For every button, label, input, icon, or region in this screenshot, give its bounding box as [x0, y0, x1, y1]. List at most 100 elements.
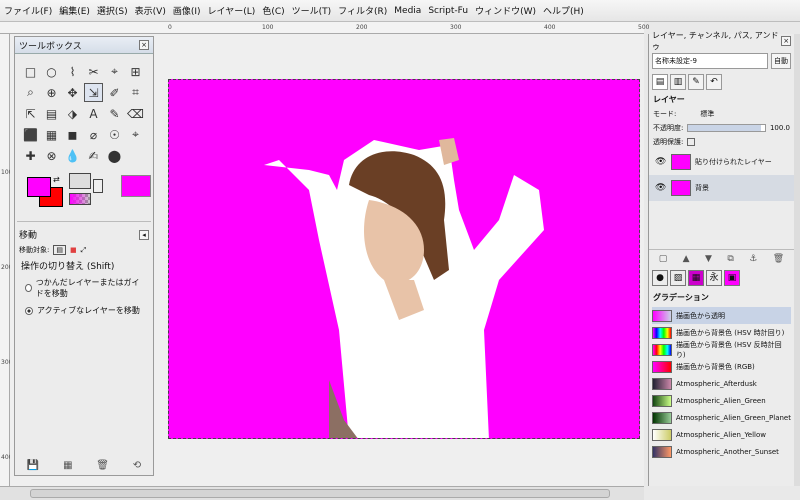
tool-icon-22[interactable]: ☉	[105, 125, 124, 144]
image-selector[interactable]: 名称未設定-9	[652, 53, 768, 69]
new-layer-icon[interactable]: ▢	[659, 254, 668, 264]
tool-icon-7[interactable]: ⊕	[42, 83, 61, 102]
tool-icon-8[interactable]: ✥	[63, 83, 82, 102]
delete-layer-icon[interactable]: 🗑	[773, 254, 784, 264]
brush-indicator[interactable]	[93, 179, 103, 193]
tool-icon-25[interactable]: ⊗	[42, 146, 61, 165]
reset-options-icon[interactable]: ⟲	[133, 460, 141, 471]
menu-item-8[interactable]: フィルタ(R)	[338, 4, 387, 17]
tool-icon-27[interactable]: ✍	[84, 146, 103, 165]
palette-tab-icon[interactable]: ▣	[724, 270, 740, 286]
gradient-swatch	[652, 343, 672, 356]
raise-layer-icon[interactable]: ▲	[683, 254, 690, 264]
menu-item-2[interactable]: 選択(S)	[97, 4, 128, 17]
lock-alpha-checkbox[interactable]	[687, 138, 696, 146]
delete-options-icon[interactable]: 🗑	[96, 460, 109, 471]
dock-close-icon[interactable]: ×	[781, 36, 791, 46]
tool-icon-24[interactable]: ✚	[21, 146, 40, 165]
image-canvas[interactable]	[168, 79, 640, 439]
font-tab-icon[interactable]: 永	[706, 270, 722, 286]
tool-icon-18[interactable]: ⬛	[21, 125, 40, 144]
gradient-item[interactable]: Atmospheric_Alien_Yellow	[652, 426, 791, 443]
auto-button[interactable]: 自動	[771, 53, 791, 69]
mode-label: モード:	[653, 110, 677, 118]
tool-icon-14[interactable]: ⬗	[63, 104, 82, 123]
tool-icon-4[interactable]: ⌖	[105, 62, 124, 81]
menu-item-0[interactable]: ファイル(F)	[4, 4, 52, 17]
layer-row[interactable]: 👁 貼り付けられたレイヤー	[649, 149, 794, 175]
tool-icon-1[interactable]: ○	[42, 62, 61, 81]
horizontal-scrollbar[interactable]	[0, 486, 644, 500]
swap-colors-icon[interactable]: ⇄	[53, 175, 60, 184]
save-options-icon[interactable]: 💾	[27, 460, 39, 471]
path-target-icon[interactable]: ⤢	[81, 246, 87, 255]
brush-tab-icon[interactable]: ●	[652, 270, 668, 286]
scroll-thumb[interactable]	[30, 489, 610, 498]
opacity-value[interactable]: 100.0	[770, 124, 790, 132]
tool-icon-11[interactable]: ⌗	[126, 83, 145, 102]
menu-item-6[interactable]: 色(C)	[262, 4, 284, 17]
tool-icon-3[interactable]: ✂	[84, 62, 103, 81]
gradient-tab-icon[interactable]: ▦	[688, 270, 704, 286]
radio-pick-layer[interactable]: つかんだレイヤーまたはガイドを移動	[15, 274, 153, 302]
tool-icon-13[interactable]: ▤	[42, 104, 61, 123]
gradient-item[interactable]: 描画色から透明	[652, 307, 791, 324]
menu-item-5[interactable]: レイヤー(L)	[208, 4, 256, 17]
tool-icon-5[interactable]: ⊞	[126, 62, 145, 81]
tool-icon-10[interactable]: ✐	[105, 83, 124, 102]
tool-icon-9[interactable]: ⇲	[84, 83, 103, 102]
gradient-indicator[interactable]	[69, 193, 91, 205]
lower-layer-icon[interactable]: ▼	[705, 254, 712, 264]
menu-item-7[interactable]: ツール(T)	[292, 4, 332, 17]
tool-icon-6[interactable]: ⌕	[21, 83, 40, 102]
tab-undo[interactable]: ↶	[706, 74, 722, 90]
tool-icon-17[interactable]: ⌫	[126, 104, 145, 123]
gradient-item[interactable]: Atmospheric_Afterdusk	[652, 375, 791, 392]
pattern-indicator[interactable]	[69, 173, 91, 189]
tool-icon-12[interactable]: ⇱	[21, 104, 40, 123]
tool-options-menu-icon[interactable]: ◂	[139, 229, 149, 240]
tab-paths[interactable]: ✎	[688, 74, 704, 90]
duplicate-layer-icon[interactable]: ⧉	[727, 254, 733, 264]
visibility-eye-icon[interactable]: 👁	[655, 157, 667, 167]
tool-icon-15[interactable]: A	[84, 104, 103, 123]
tool-icon-19[interactable]: ▦	[42, 125, 61, 144]
radio-active-layer[interactable]: アクティブなレイヤーを移動	[15, 302, 153, 319]
tab-channels[interactable]: ▥	[670, 74, 686, 90]
menu-item-10[interactable]: Script-Fu	[428, 6, 468, 16]
restore-options-icon[interactable]: ▦	[63, 460, 72, 471]
tool-icon-26[interactable]: 💧	[63, 146, 82, 165]
tool-icon-23[interactable]: ⌖	[126, 125, 145, 144]
visibility-eye-icon[interactable]: 👁	[655, 183, 667, 193]
gradient-item[interactable]: 描画色から背景色 (HSV 時計回り)	[652, 324, 791, 341]
foreground-color[interactable]	[27, 177, 51, 197]
tool-icon-16[interactable]: ✎	[105, 104, 124, 123]
tool-icon-21[interactable]: ⌀	[84, 125, 103, 144]
active-image-thumbnail[interactable]	[121, 175, 151, 197]
gradient-item[interactable]: Atmospheric_Another_Sunset	[652, 443, 791, 460]
dock-scrollbar[interactable]	[794, 34, 800, 486]
gradient-item[interactable]: Atmospheric_Alien_Green_Planet	[652, 409, 791, 426]
layer-target-icon[interactable]: ▤	[53, 245, 66, 255]
tool-icon-2[interactable]: ⌇	[63, 62, 82, 81]
close-icon[interactable]: ×	[139, 40, 149, 50]
gradient-item[interactable]: Atmospheric_Alien_Green	[652, 392, 791, 409]
gradient-item[interactable]: 描画色から背景色 (RGB)	[652, 358, 791, 375]
pattern-tab-icon[interactable]: ▨	[670, 270, 686, 286]
tab-layers[interactable]: ▤	[652, 74, 668, 90]
menu-item-3[interactable]: 表示(V)	[135, 4, 166, 17]
menu-item-4[interactable]: 画像(I)	[173, 4, 201, 17]
menu-item-9[interactable]: Media	[394, 6, 421, 16]
opacity-slider[interactable]	[687, 124, 766, 132]
layer-row[interactable]: 👁 背景	[649, 175, 794, 201]
gradient-item[interactable]: 描画色から背景色 (HSV 反時計回り)	[652, 341, 791, 359]
tool-icon-28[interactable]: ⬤	[105, 146, 124, 165]
tool-icon-20[interactable]: ◼	[63, 125, 82, 144]
tool-icon-0[interactable]: □	[21, 62, 40, 81]
mode-select[interactable]: 標準	[700, 109, 714, 119]
menu-item-1[interactable]: 編集(E)	[59, 4, 90, 17]
menu-item-11[interactable]: ウィンドウ(W)	[475, 4, 536, 17]
selection-target-icon[interactable]: ■	[70, 246, 77, 254]
menu-item-12[interactable]: ヘルプ(H)	[543, 4, 584, 17]
anchor-layer-icon[interactable]: ⚓	[749, 254, 757, 264]
